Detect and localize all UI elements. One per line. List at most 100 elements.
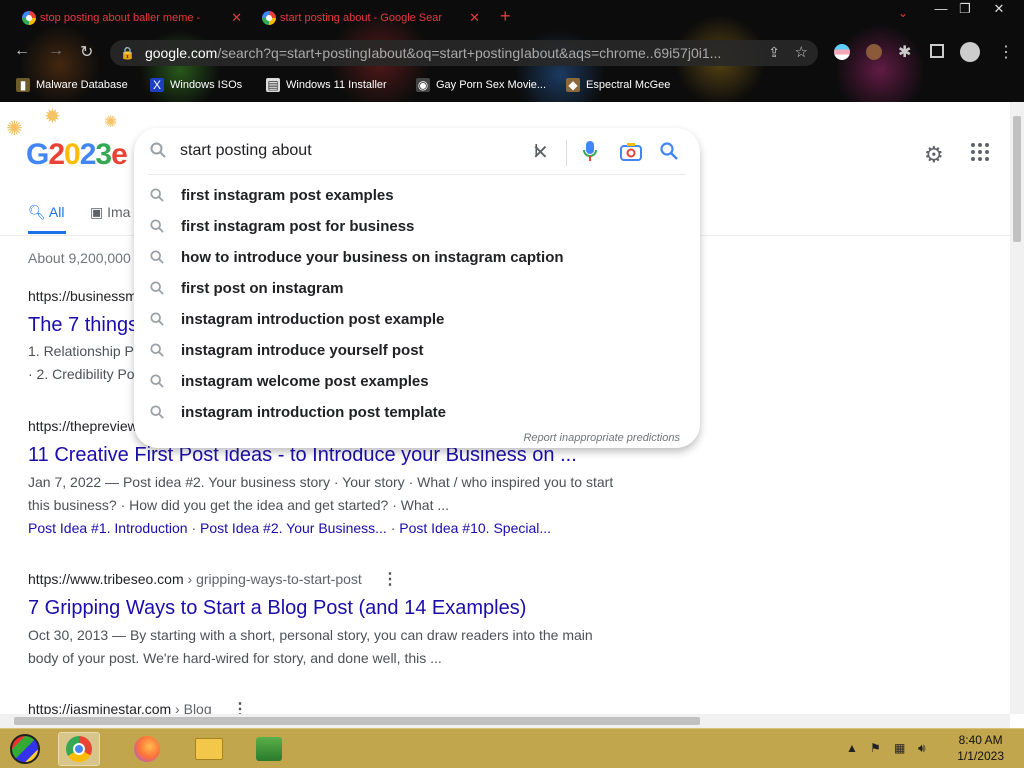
- search-box[interactable]: start posting about I ✕ first instagram …: [134, 128, 700, 448]
- tab-close-icon[interactable]: ✕: [469, 10, 480, 26]
- tab-start-posting[interactable]: start posting about - Google Sear ✕: [258, 4, 480, 32]
- chrome-menu-icon[interactable]: ⋮: [998, 42, 1014, 62]
- address-bar[interactable]: 🔒 google.com/search?q=start+postingIabou…: [110, 40, 818, 66]
- sitelink[interactable]: Post Idea #1. Introduction: [28, 520, 188, 536]
- bookmark-windows-11-installer[interactable]: ▤ Windows 11 Installer: [266, 76, 387, 94]
- share-icon[interactable]: ⇪: [768, 44, 780, 61]
- tab-close-icon[interactable]: ✕: [231, 10, 242, 26]
- suggestion-item[interactable]: first instagram post examples: [134, 180, 700, 211]
- new-tab-button[interactable]: +: [500, 6, 511, 27]
- more-options-icon[interactable]: ⋮: [382, 569, 398, 589]
- url-path: /search?q=start+postingIabout&oq=start+p…: [217, 45, 722, 61]
- forward-icon[interactable]: →: [48, 42, 64, 60]
- scrollbar-thumb[interactable]: [1013, 116, 1021, 242]
- search-icon: [150, 405, 164, 424]
- bookmark-star-icon[interactable]: ☆: [795, 43, 808, 61]
- bookmark-label: Gay Porn Sex Movie...: [436, 79, 547, 91]
- firefox-taskbar-icon[interactable]: [126, 732, 168, 766]
- extension-flag-icon[interactable]: [834, 44, 850, 60]
- result-title[interactable]: 7 Gripping Ways to Start a Blog Post (an…: [28, 597, 526, 620]
- firework-doodle-icon: ✹: [44, 106, 61, 128]
- bookmark-windows-isos[interactable]: X Windows ISOs: [150, 76, 242, 94]
- extension-avatar-icon[interactable]: [866, 44, 882, 60]
- restore-button[interactable]: ❐: [950, 0, 980, 18]
- search-icon: [150, 188, 164, 207]
- vertical-scrollbar[interactable]: [1010, 102, 1024, 714]
- extensions-puzzle-icon[interactable]: ✱: [898, 42, 911, 62]
- suggestion-text: instagram introduce yourself post: [181, 342, 424, 359]
- result-title[interactable]: The 7 things: [28, 314, 138, 337]
- horizontal-scrollbar[interactable]: [0, 714, 1010, 728]
- google-favicon-icon: [262, 11, 276, 25]
- search-icon: [150, 312, 164, 331]
- volume-icon[interactable]: 🔊︎: [918, 741, 926, 756]
- document-icon: ▤: [266, 78, 280, 92]
- search-icon: [150, 343, 164, 362]
- result-stats: About 9,200,000: [28, 250, 131, 266]
- url-host: https://iasminestar.com: [28, 701, 172, 714]
- result-url: https://businessm: [28, 288, 137, 304]
- suggestion-item[interactable]: instagram introduction post example: [134, 304, 700, 335]
- show-hidden-icons[interactable]: ▲: [846, 741, 858, 755]
- url-host: google.com: [144, 45, 218, 61]
- reload-icon[interactable]: ↻: [80, 42, 93, 62]
- tab-all[interactable]: 🔍︎ All: [28, 204, 64, 221]
- voice-search-icon[interactable]: [582, 140, 598, 167]
- search-icon: [150, 219, 164, 238]
- suggestion-item[interactable]: first post on instagram: [134, 273, 700, 304]
- file-explorer-taskbar-icon[interactable]: [188, 732, 230, 766]
- report-predictions-link[interactable]: Report inappropriate predictions: [523, 432, 680, 444]
- search-input[interactable]: start posting about: [180, 142, 312, 160]
- suggestion-text: first instagram post for business: [181, 218, 415, 235]
- chrome-taskbar-icon[interactable]: [58, 732, 100, 766]
- clear-icon[interactable]: ✕: [532, 140, 549, 165]
- image-search-icon[interactable]: [620, 143, 642, 166]
- taskbar: ▲ ⚑ ▦ 🔊︎ 8:40 AM 1/1/2023: [0, 728, 1024, 768]
- network-app-taskbar-icon[interactable]: [248, 732, 290, 766]
- x-icon: X: [150, 78, 164, 92]
- suggestion-item[interactable]: instagram welcome post examples: [134, 366, 700, 397]
- tab-label: All: [48, 204, 65, 220]
- bookmark-label: Windows ISOs: [170, 79, 243, 91]
- apps-grid-icon[interactable]: [970, 142, 990, 167]
- bookmark-label: Windows 11 Installer: [286, 79, 387, 91]
- bookmark-malware-database[interactable]: ▮ Malware Database: [16, 76, 128, 94]
- sitelink[interactable]: Post Idea #10. Special...: [399, 520, 551, 536]
- result-snippet: this business? · How did you get the ide…: [28, 497, 450, 513]
- result-snippet: body of your post. We're hard-wired for …: [28, 650, 442, 666]
- profile-avatar-icon[interactable]: [960, 42, 980, 62]
- bookmark-label: Espectral McGee: [586, 79, 671, 91]
- search-icon: [150, 281, 164, 300]
- clock-time: 8:40 AM: [958, 733, 1003, 747]
- suggestion-text: first post on instagram: [181, 280, 344, 297]
- system-clock[interactable]: 8:40 AM 1/1/2023: [957, 732, 1004, 764]
- suggestion-item[interactable]: instagram introduction post template: [134, 397, 700, 428]
- bookmark-espectral-mcgee[interactable]: ◆ Espectral McGee: [566, 76, 670, 94]
- search-submit-icon[interactable]: [660, 142, 678, 165]
- firework-doodle-icon: ✺: [6, 118, 23, 140]
- close-window-button[interactable]: ✕: [984, 0, 1014, 18]
- tab-search-icon[interactable]: ⌄: [898, 6, 908, 20]
- tab-stop-posting[interactable]: stop posting about baller meme - ✕: [18, 4, 242, 32]
- back-icon[interactable]: ←: [14, 42, 30, 60]
- tab-images[interactable]: ▣ Ima: [90, 204, 130, 221]
- scrollbar-thumb[interactable]: [14, 717, 700, 725]
- suggestion-item[interactable]: first instagram post for business: [134, 211, 700, 242]
- image-icon: ▣: [90, 204, 104, 220]
- network-icon[interactable]: ▦: [894, 741, 905, 755]
- side-panel-icon[interactable]: [930, 44, 944, 58]
- more-options-icon[interactable]: ⋮: [232, 699, 248, 714]
- bookmark-movie-site[interactable]: ◉ Gay Porn Sex Movie...: [416, 76, 546, 94]
- url-text[interactable]: google.com/search?q=start+postingIabout&…: [145, 45, 745, 61]
- settings-gear-icon[interactable]: ⚙: [924, 142, 944, 168]
- action-center-flag-icon[interactable]: ⚑: [870, 741, 881, 755]
- google-doodle-logo[interactable]: G2023e: [26, 138, 128, 172]
- start-button[interactable]: [4, 732, 46, 766]
- search-icon: [150, 374, 164, 393]
- result-url: https://www.tribeseo.com › gripping-ways…: [28, 571, 362, 587]
- url-host: https://www.tribeseo.com: [28, 571, 184, 587]
- suggestion-item[interactable]: instagram introduce yourself post: [134, 335, 700, 366]
- sitelink[interactable]: Post Idea #2. Your Business...: [200, 520, 387, 536]
- suggestion-item[interactable]: how to introduce your business on instag…: [134, 242, 700, 273]
- divider: [566, 140, 567, 166]
